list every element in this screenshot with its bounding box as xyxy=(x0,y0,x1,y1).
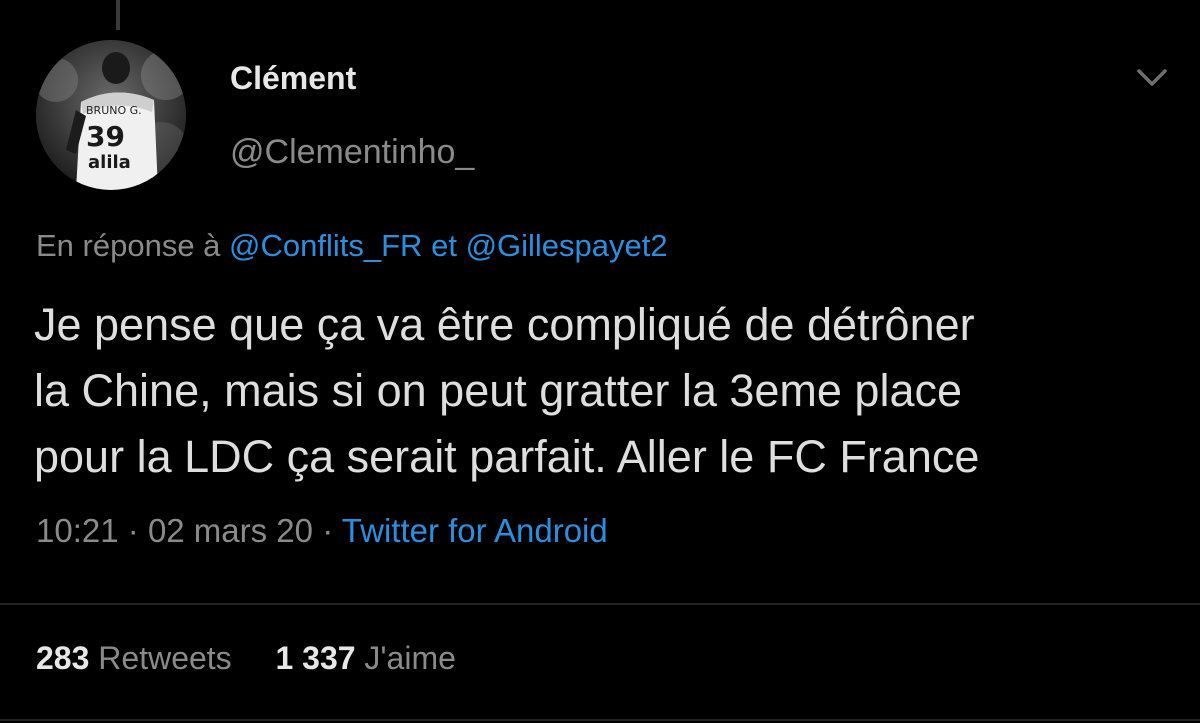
retweets-count: 283 xyxy=(36,640,90,676)
reply-conjunction: et xyxy=(431,228,457,263)
avatar-jersey-number: 39 xyxy=(86,120,125,153)
tweet-time[interactable]: 10:21 xyxy=(36,512,119,549)
tweet-text-line: la Chine, mais si on peut gratter la 3em… xyxy=(34,365,962,416)
reply-mention-link[interactable]: @Gillespayet2 xyxy=(466,228,668,263)
tweet-body: Je pense que ça va être compliqué de dét… xyxy=(34,292,1174,490)
tweet-menu-button[interactable] xyxy=(1134,62,1170,92)
likes-label: J'aime xyxy=(364,640,456,676)
likes-stat[interactable]: 1 337 J'aime xyxy=(275,640,455,676)
reply-context: En réponse à @Conflits_FR et @Gillespaye… xyxy=(36,228,668,264)
thread-connector-line xyxy=(116,0,120,30)
meta-separator: · xyxy=(322,512,334,549)
retweets-stat[interactable]: 283 Retweets xyxy=(36,640,241,676)
tweet-date[interactable]: 02 mars 20 xyxy=(148,512,313,549)
avatar-jersey-name: BRUNO G. xyxy=(86,104,142,117)
meta-separator: · xyxy=(127,512,139,549)
tweet-source-link[interactable]: Twitter for Android xyxy=(342,512,608,549)
avatar[interactable]: BRUNO G. 39 alila xyxy=(36,40,186,190)
chevron-down-icon xyxy=(1137,69,1167,86)
avatar-sponsor: alila xyxy=(88,152,131,173)
engagement-stats: 283 Retweets 1 337 J'aime xyxy=(36,640,456,677)
likes-count: 1 337 xyxy=(275,640,356,676)
reply-prefix: En réponse à xyxy=(36,228,221,263)
divider xyxy=(0,603,1200,605)
tweet-text-line: pour la LDC ça serait parfait. Aller le … xyxy=(34,431,980,482)
reply-mention-link[interactable]: @Conflits_FR xyxy=(229,228,422,263)
author-handle[interactable]: @Clementinho_ xyxy=(230,133,474,172)
author-display-name[interactable]: Clément xyxy=(230,60,356,97)
tweet-text-line: Je pense que ça va être compliqué de dét… xyxy=(34,299,975,350)
tweet-metadata: 10:21 · 02 mars 20 · Twitter for Android xyxy=(36,512,608,550)
divider xyxy=(0,719,1200,721)
retweets-label: Retweets xyxy=(98,640,232,676)
